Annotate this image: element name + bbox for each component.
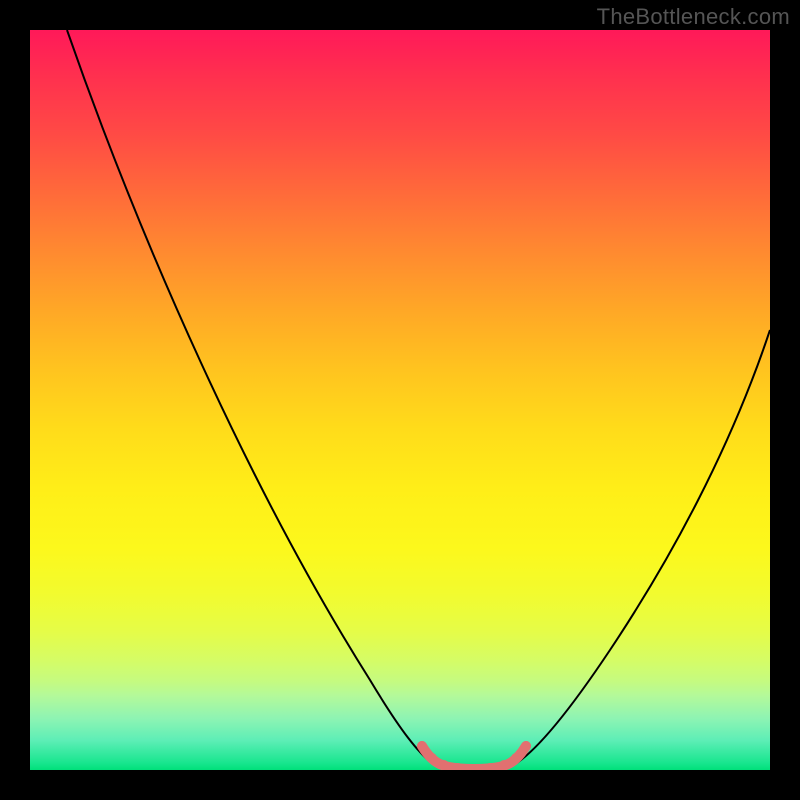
curve-overlay: [30, 30, 770, 770]
plot-area: [30, 30, 770, 770]
chart-frame: TheBottleneck.com: [0, 0, 800, 800]
watermark-text: TheBottleneck.com: [597, 4, 790, 30]
bottleneck-curve: [67, 30, 770, 766]
